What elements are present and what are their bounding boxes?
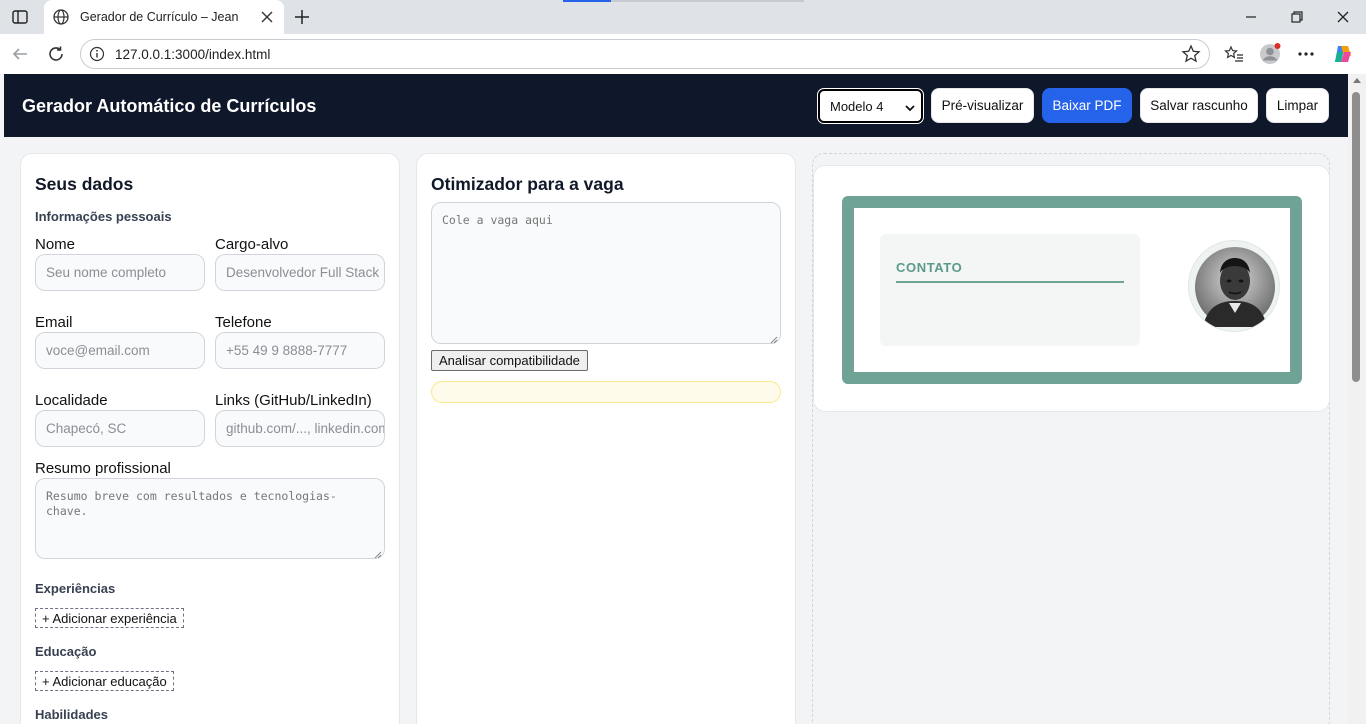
favorites-list-icon[interactable] [1222,42,1246,66]
restore-icon[interactable] [1286,6,1308,28]
copilot-icon[interactable] [1331,42,1355,66]
resize-grip-icon[interactable] [770,333,778,344]
tab-actions-icon[interactable] [8,6,32,28]
model-select-value: Modelo 4 [830,98,884,114]
app-title: Gerador Automático de Currículos [22,96,317,116]
resume-page: CONTATO [854,208,1290,372]
browser-tab[interactable]: Gerador de Currículo – Jean [44,0,284,34]
role-input[interactable]: Desenvolvedor Full Stack [215,254,385,291]
links-input[interactable]: github.com/..., linkedin.com [215,410,385,447]
clear-button[interactable]: Limpar [1266,88,1329,123]
optimizer-title: Otimizador para a vaga [431,174,624,194]
minimize-icon[interactable] [1240,6,1262,28]
close-tab-icon[interactable] [258,8,276,26]
personal-info-heading: Informações pessoais [35,209,172,224]
resume-frame: CONTATO [842,196,1302,384]
email-label: Email [35,314,73,331]
compatibility-result [431,381,781,403]
summary-label: Resumo profissional [35,460,171,477]
globe-icon [52,8,70,26]
email-input[interactable]: voce@email.com [35,332,205,369]
chevron-down-icon [905,101,915,112]
job-placeholder: Cole a vaga aqui [442,213,553,227]
new-tab-icon[interactable] [290,5,314,29]
address-bar[interactable]: 127.0.0.1:3000/index.html [80,39,1210,69]
add-experience-button[interactable]: + Adicionar experiência [35,608,184,628]
site-info-icon[interactable] [89,46,105,62]
close-window-icon[interactable] [1332,6,1354,28]
profile-photo [1188,240,1280,332]
preview-button[interactable]: Pré-visualizar [931,88,1034,123]
address-bar-row: 127.0.0.1:3000/index.html [0,34,1366,74]
name-label: Nome [35,236,76,253]
page-scrollbar[interactable] [1348,74,1366,724]
contact-heading: CONTATO [896,260,963,275]
scroll-up-icon[interactable] [1353,78,1361,83]
add-education-button[interactable]: + Adicionar educação [35,671,174,691]
favorite-star-icon[interactable] [1181,44,1201,64]
skills-heading: Habilidades [35,707,108,722]
name-input[interactable]: Seu nome completo [35,254,205,291]
back-icon[interactable] [8,42,32,66]
resize-grip-icon[interactable] [374,548,382,559]
download-pdf-button[interactable]: Baixar PDF [1042,88,1132,123]
education-heading: Educação [35,644,97,659]
reload-icon[interactable] [44,42,68,66]
contact-divider [896,281,1124,283]
form-title: Seus dados [35,174,134,194]
contact-section: CONTATO [880,234,1140,346]
browser-titlebar: Gerador de Currículo – Jean [0,0,1366,34]
resume-preview: CONTATO [813,165,1330,412]
model-select[interactable]: Modelo 4 [818,89,923,123]
app-header: Gerador Automático de Currículos Modelo … [4,74,1348,137]
loading-track [611,0,804,2]
page-content: Gerador Automático de Currículos Modelo … [4,74,1348,724]
phone-label: Telefone [215,314,272,331]
links-label: Links (GitHub/LinkedIn) [215,392,372,409]
save-draft-button[interactable]: Salvar rascunho [1140,88,1258,123]
summary-textarea[interactable]: Resumo breve com resultados e tecnologia… [35,478,385,559]
more-options-icon[interactable] [1294,42,1318,66]
tab-title: Gerador de Currículo – Jean [80,10,239,24]
experience-heading: Experiências [35,581,116,596]
analyze-compatibility-button[interactable]: Analisar compatibilidade [431,350,588,371]
summary-placeholder: Resumo breve com resultados e tecnologia… [46,489,337,518]
form-card: Seus dados Informações pessoais Nome Seu… [20,153,400,724]
optimizer-card: Otimizador para a vaga Cole a vaga aqui … [416,153,796,724]
phone-input[interactable]: +55 49 9 8888-7777 [215,332,385,369]
job-description-textarea[interactable]: Cole a vaga aqui [431,202,781,344]
loading-indicator [563,0,611,2]
location-input[interactable]: Chapecó, SC [35,410,205,447]
profile-avatar-icon[interactable] [1258,42,1282,66]
url-text: 127.0.0.1:3000/index.html [115,47,271,62]
location-label: Localidade [35,392,108,409]
scrollbar-thumb[interactable] [1352,92,1360,382]
role-label: Cargo-alvo [215,236,289,253]
